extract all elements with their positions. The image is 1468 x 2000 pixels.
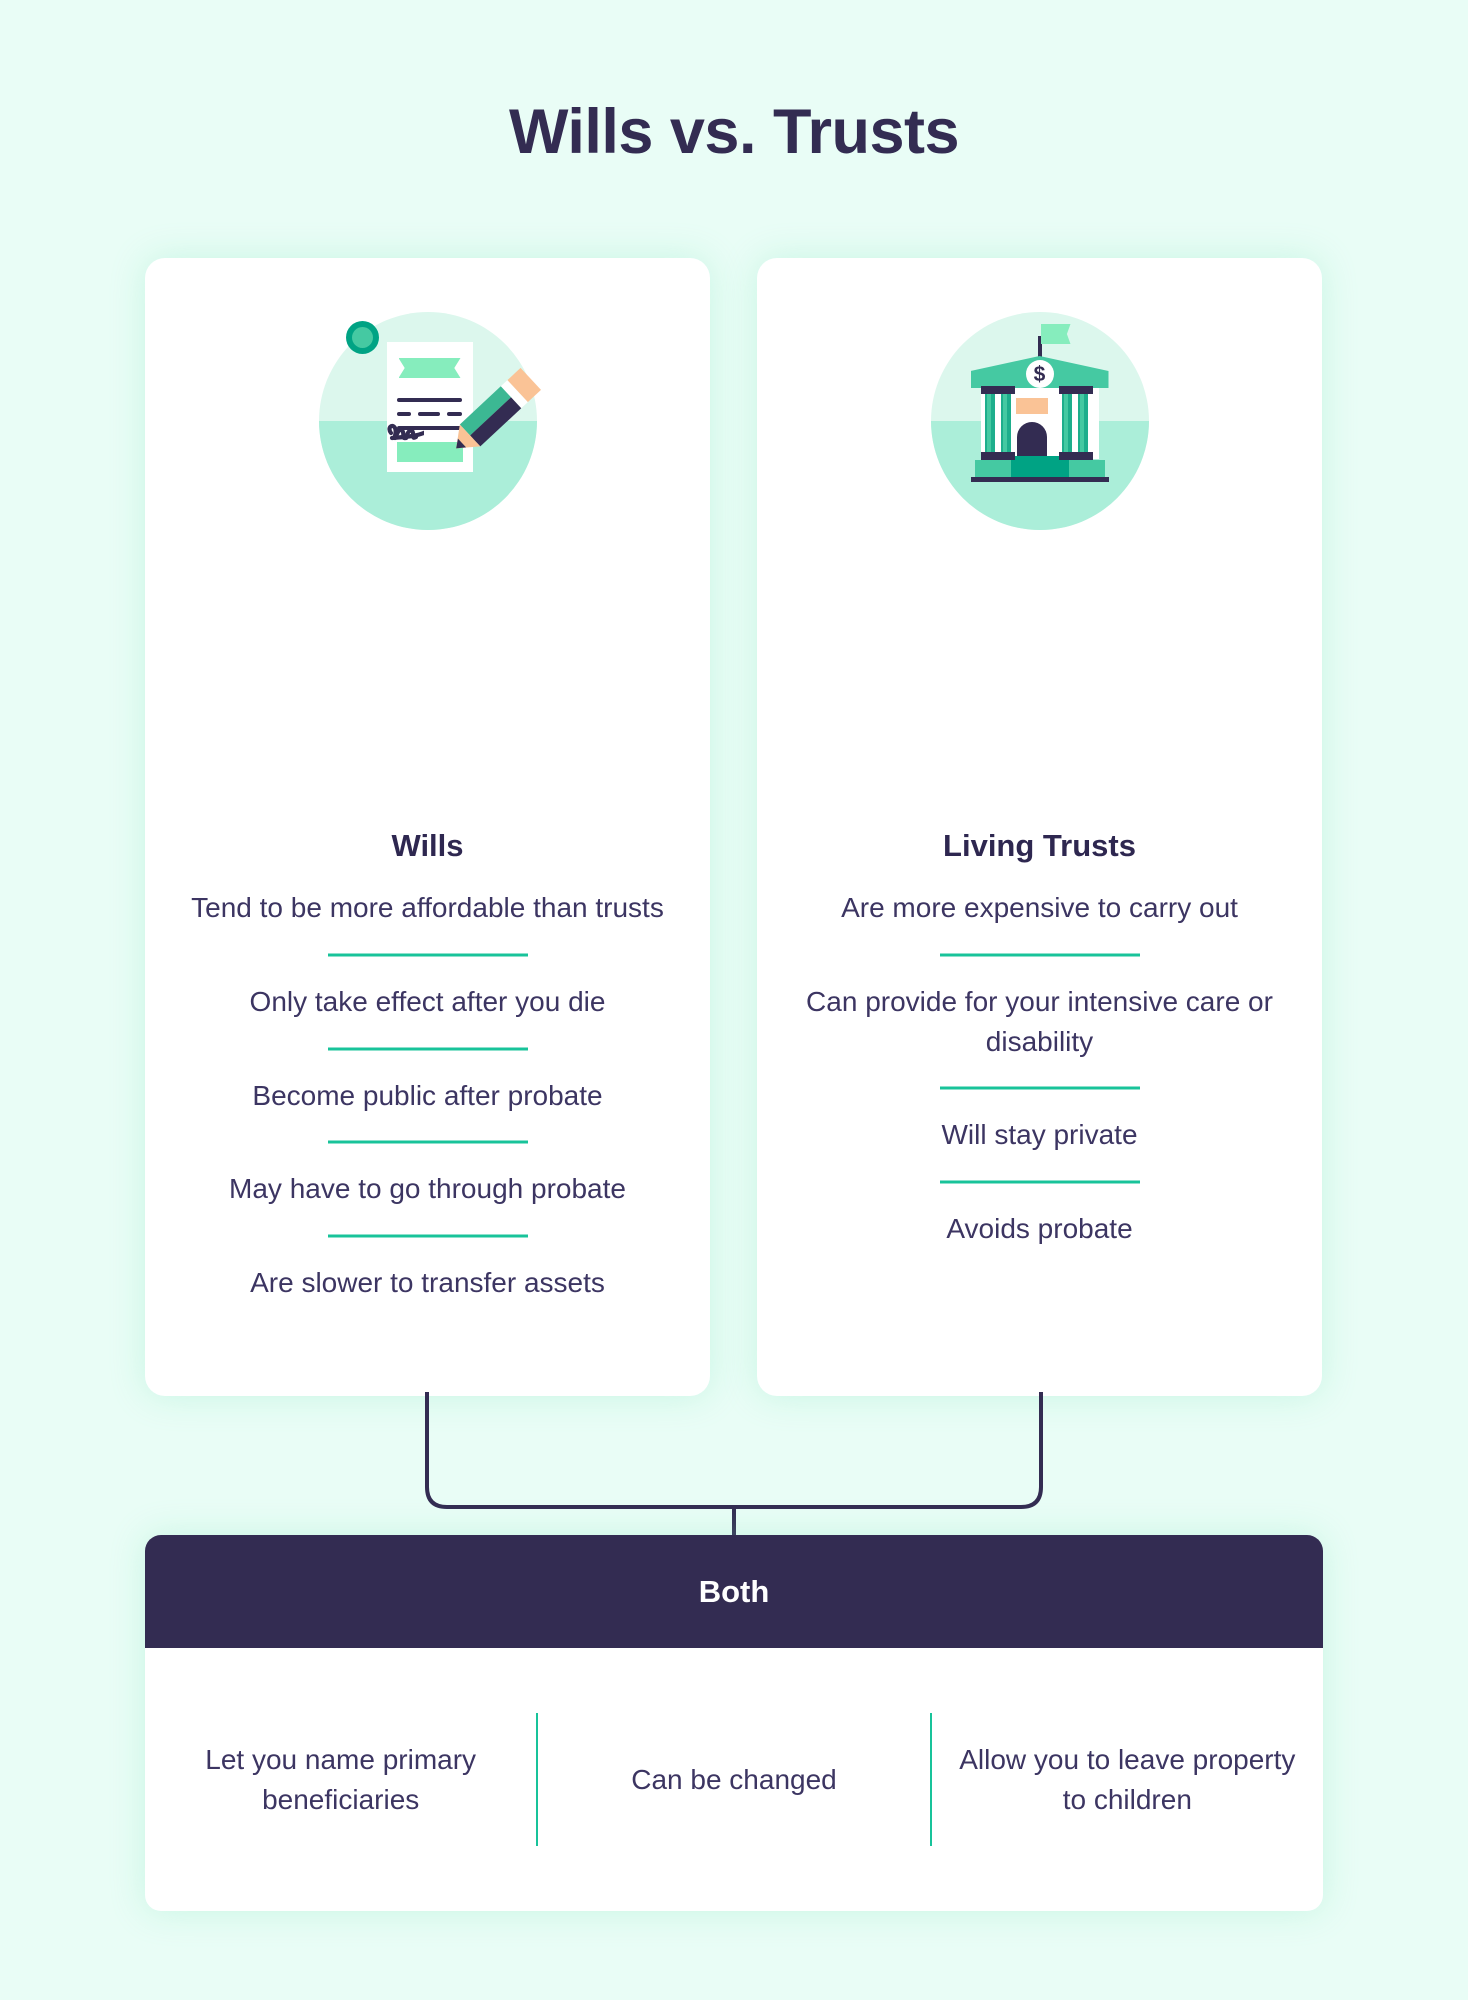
item-divider <box>145 1115 710 1169</box>
list-item: Only take effect after you die <box>249 985 606 1017</box>
column-cap <box>997 386 1015 394</box>
item-divider <box>145 928 710 982</box>
list-item: Can provide for your intensive care or d… <box>806 985 1273 1057</box>
both-item: Allow you to leave property to children <box>959 1743 1296 1815</box>
connector-bracket <box>425 1392 1043 1544</box>
both-item: Let you name primary beneficiaries <box>205 1743 477 1815</box>
list-item: Will stay private <box>941 1119 1138 1151</box>
signature-icon <box>386 423 424 441</box>
bank-column-highlight <box>1063 392 1068 452</box>
column-cap <box>1058 386 1076 394</box>
trusts-icon-area: $ <box>757 296 1322 546</box>
bank-graphic: $ <box>959 322 1121 522</box>
column-cap <box>1075 386 1093 394</box>
list-item: Are more expensive to carry out <box>841 892 1238 923</box>
wills-heading: Wills <box>391 828 464 863</box>
both-item: Can be changed <box>631 1763 837 1795</box>
column-base-cap <box>1058 452 1076 460</box>
list-item: May have to go through probate <box>229 1173 626 1205</box>
column-base-cap <box>980 452 998 460</box>
column-base-cap <box>997 452 1015 460</box>
both-columns: Let you name primary beneficiaries Can b… <box>145 1648 1323 1911</box>
bank-ground-line <box>970 477 1109 482</box>
item-divider <box>145 1022 710 1076</box>
item-divider <box>757 928 1322 982</box>
wills-item-list: Tend to be more affordable than trusts O… <box>145 888 710 1303</box>
list-item: Tend to be more affordable than trusts <box>191 892 664 923</box>
list-item: Avoids probate <box>946 1213 1133 1244</box>
page-title: Wills vs. Trusts <box>508 97 960 167</box>
bank-column-highlight <box>1002 392 1007 452</box>
living-trusts-item-list: Are more expensive to carry out Can prov… <box>757 888 1322 1249</box>
pencil-icon <box>437 360 547 470</box>
bank-column-highlight <box>1079 392 1084 452</box>
bank-door <box>1016 422 1047 459</box>
both-card: Both Let you name primary beneficiaries … <box>145 1535 1323 1911</box>
column-cap <box>980 386 998 394</box>
seal-inner-icon <box>351 327 373 348</box>
living-trusts-card: $ Living Trusts Are more expensive to ca… <box>757 258 1322 1396</box>
both-header: Both <box>145 1535 1323 1648</box>
list-item: Are slower to transfer assets <box>250 1267 605 1298</box>
living-trusts-heading: Living Trusts <box>943 828 1136 863</box>
dollar-coin-icon: $ <box>1025 360 1054 388</box>
item-divider <box>757 1155 1322 1209</box>
column-base-cap <box>1075 452 1093 460</box>
bank-window <box>1015 398 1048 414</box>
bank-column-highlight <box>986 392 991 452</box>
flag-icon <box>1040 324 1071 344</box>
list-item: Become public after probate <box>252 1079 603 1111</box>
will-document-pencil-icon <box>318 312 541 530</box>
item-divider <box>757 1061 1322 1115</box>
infographic-root: Wills vs. Trusts Wills Tend to be more a… <box>0 0 1468 2000</box>
wills-icon-area <box>145 296 710 546</box>
bank-building-icon: $ <box>930 312 1149 530</box>
wills-card: Wills Tend to be more affordable than tr… <box>145 258 710 1396</box>
item-divider <box>145 1209 710 1263</box>
